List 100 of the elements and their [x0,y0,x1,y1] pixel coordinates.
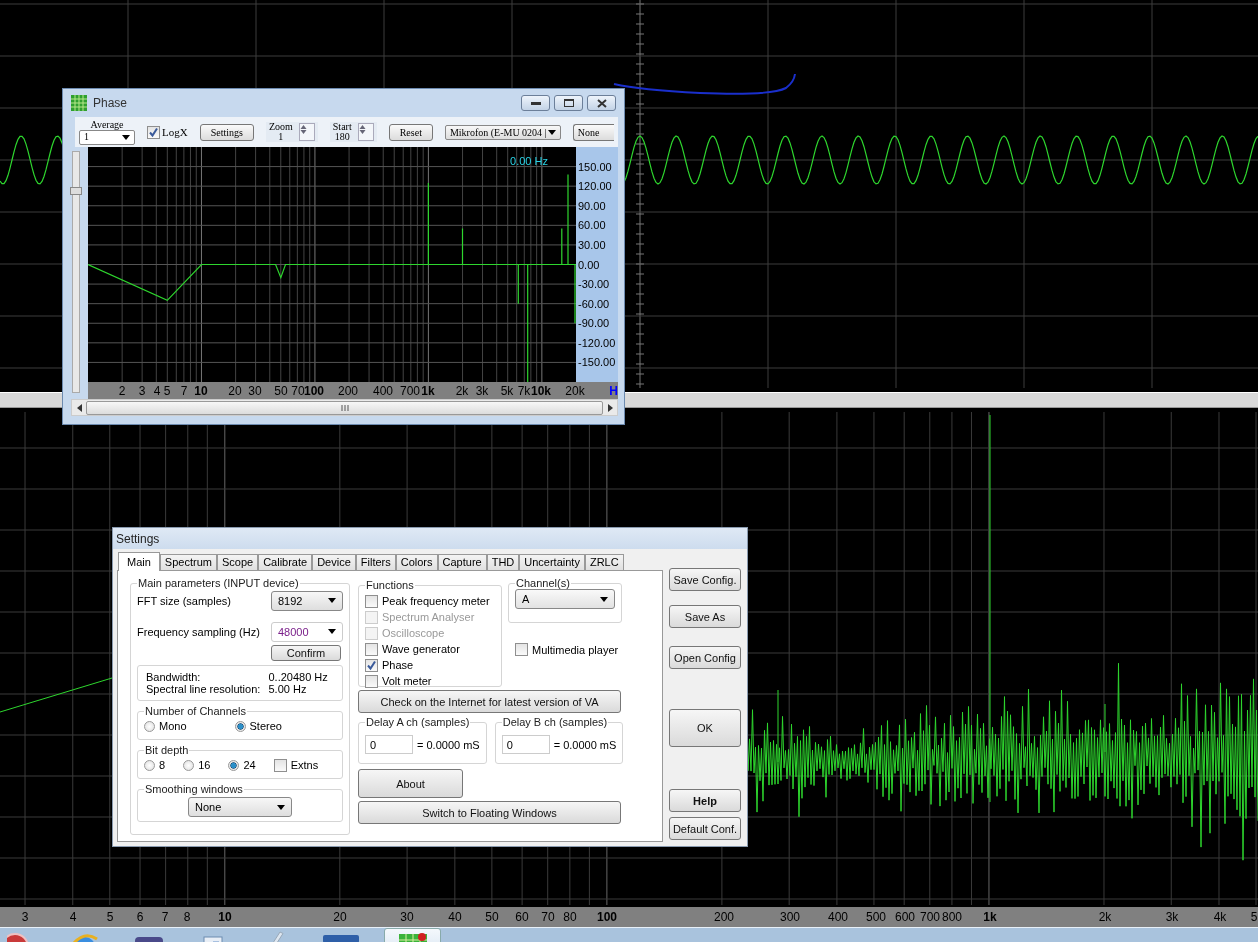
delay-input[interactable]: 0 [501,735,550,754]
dialog-button[interactable]: Open Config [669,646,741,669]
checkbox[interactable] [147,125,160,139]
close-button[interactable] [587,95,616,111]
maximize-button[interactable] [554,95,583,111]
about-button[interactable]: About [358,769,463,798]
settings-button[interactable]: Settings [199,123,254,141]
tab[interactable]: Capture [437,554,487,570]
checkbox[interactable] [365,674,378,688]
radio-button[interactable] [144,720,155,732]
up-arrow-icon[interactable] [299,124,307,129]
axis-tick-label: 0.00 [578,258,601,271]
axis-tick-label: 4 [69,910,77,924]
checkbox[interactable] [515,643,528,656]
field-label: Average [90,119,124,130]
device-dropdown[interactable]: Mikrofon (E-MU 0204 | [444,124,561,140]
spinner-control[interactable] [298,123,315,141]
checkbox[interactable] [365,594,378,608]
checkbox[interactable] [273,758,287,772]
horizontal-scrollbar[interactable] [71,399,618,416]
axis-tick-label: 2 [118,384,126,398]
axis-tick-label: 10k [531,384,551,398]
fft-size-dropdown[interactable]: 8192 [271,590,343,611]
delay-result: = 0.0000 mS [553,738,617,751]
dialog-button[interactable]: Help [669,789,741,812]
tab[interactable]: Spectrum [159,554,217,570]
dialog-button[interactable]: OK [669,709,741,747]
scroll-right-icon[interactable] [607,403,613,412]
axis-tick-label: 300 [780,910,800,924]
tab[interactable]: Calibrate [258,554,313,570]
axis-tick-label: 6 [136,910,144,924]
group-title: Number of Channels [144,705,247,717]
tab[interactable]: Device [312,554,356,570]
scroll-left-icon[interactable] [76,403,82,412]
minimize-button[interactable] [521,95,550,111]
down-arrow-icon[interactable] [358,129,366,134]
vertical-slider[interactable] [71,151,80,393]
tab[interactable]: Uncertainty [519,554,585,570]
radio-button[interactable] [228,759,240,771]
axis-tick-label: 5 [1250,910,1258,924]
axis-tick-label: 3k [475,384,489,398]
axis-tick-label: -120.00 [578,336,617,349]
delay-input[interactable]: 0 [365,735,413,754]
axis-tick-label: 40 [448,910,462,924]
field-value: 180 [334,132,350,142]
tab[interactable]: ZRLC [584,554,624,570]
axis-tick-label: 4 [153,384,161,398]
confirm-button[interactable]: Confirm [271,645,341,661]
dialog-button[interactable]: Save As [669,605,741,628]
axis-tick-label: 2k [1098,910,1112,924]
field-label: FFT size (samples) [137,594,231,607]
field-label: Frequency sampling (Hz) [137,625,260,638]
grid-icon [71,95,87,111]
axis-tick-label: 10 [194,384,208,398]
tab[interactable]: Filters [355,554,396,570]
checkbox[interactable] [365,658,378,672]
spinner-control[interactable] [357,123,374,141]
none-button[interactable]: None [572,123,614,141]
dialog-title: Settings [113,528,747,549]
radio-button[interactable] [183,759,195,771]
tab[interactable]: Colors [395,554,438,570]
checkbox-label: Wave generator [382,642,460,657]
field-value: 1 [278,132,284,142]
axis-tick-label: 20 [228,384,242,398]
radio-button[interactable] [234,720,246,732]
axis-tick-label: 400 [828,910,848,924]
tab[interactable]: Scope [216,554,259,570]
floating-windows-button[interactable]: Switch to Floating Windows [358,801,621,824]
axis-tick-label: 4k [1213,910,1227,924]
field-label: Zoom [268,122,293,132]
tab[interactable]: THD [486,554,520,570]
tab[interactable]: Main [118,552,160,571]
axis-tick-label: -90.00 [578,317,611,330]
checkbox[interactable] [365,642,378,656]
up-arrow-icon[interactable] [358,124,366,129]
frequency-readout: 0.00 Hz [510,155,548,167]
info-label: Bandwidth: [146,671,202,683]
axis-tick-label: 120.00 [578,180,613,193]
down-arrow-icon[interactable] [299,129,307,134]
axis-tick-label: 150.00 [578,160,613,173]
reset-button[interactable]: Reset [388,123,433,141]
check-update-button[interactable]: Check on the Internet for latest version of VA [358,690,621,713]
axis-tick-label: 2k [455,384,469,398]
checkbox-label: Extns [290,759,319,771]
dialog-button[interactable]: Default Conf. [669,817,741,840]
dialog-button[interactable]: Save Config. [669,568,741,591]
caret-icon [328,598,336,603]
caret-icon [277,804,285,810]
info-label: Spectral line resolution: [146,683,262,695]
axis-tick-label: 70 [541,910,555,924]
scrollbar-thumb[interactable] [86,400,603,415]
group-title: Functions [365,578,415,593]
radio-label: 24 [243,759,256,771]
slider-thumb[interactable] [69,187,82,196]
smoothing-dropdown[interactable]: None [188,797,292,817]
checkbox-label: Spectrum Analyser [382,610,475,625]
channel-dropdown[interactable]: A [515,589,615,609]
sampling-combo[interactable]: 48000 [271,621,343,642]
radio-button[interactable] [144,759,155,771]
average-dropdown[interactable]: 1 [79,129,135,145]
